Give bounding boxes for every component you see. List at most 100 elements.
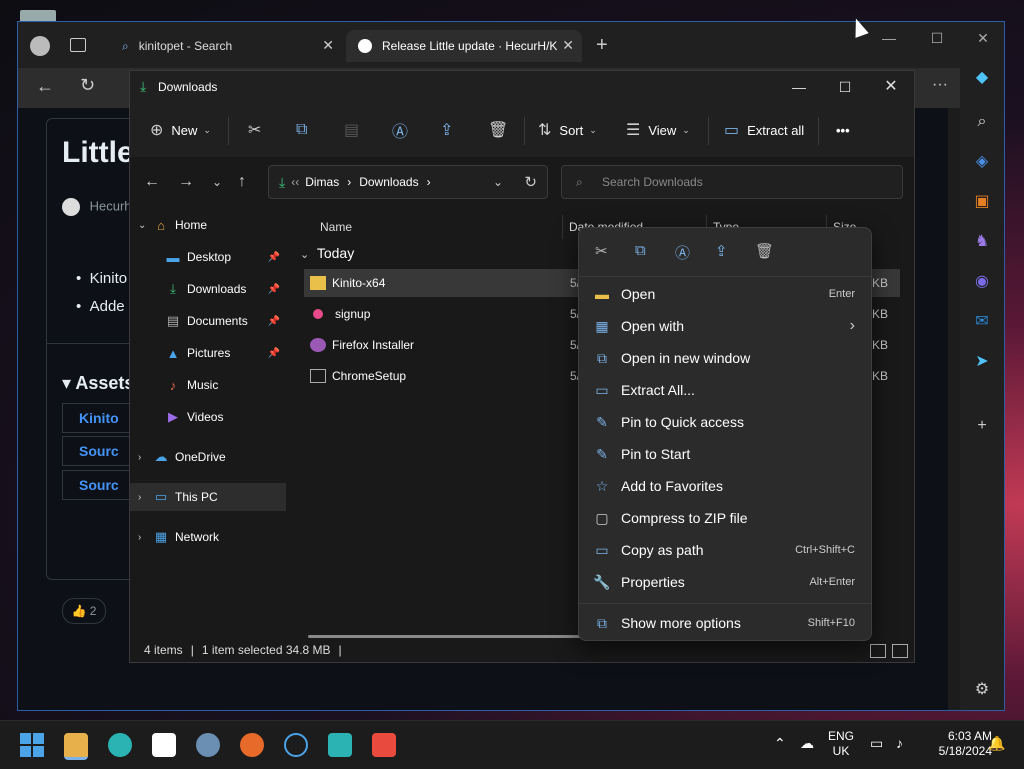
settings-icon[interactable]: ⚙ bbox=[972, 680, 992, 700]
forward-arrow-icon[interactable]: → bbox=[178, 173, 194, 191]
menu-open-with[interactable]: ▦ Open with › bbox=[583, 310, 867, 342]
nav-home[interactable]: ⌄ ⌂ Home bbox=[130, 211, 286, 239]
chevron-up-icon[interactable]: ⌃ bbox=[774, 735, 786, 752]
assets-heading[interactable]: ▾ Assets bbox=[62, 373, 134, 394]
back-arrow-icon[interactable]: ← bbox=[144, 173, 160, 191]
file-explorer-taskbar-icon[interactable] bbox=[64, 733, 88, 760]
menu-pin-quick-access[interactable]: ✎ Pin to Quick access bbox=[583, 406, 867, 438]
edge-maximize-button[interactable]: ☐ bbox=[914, 26, 960, 50]
network-icon[interactable]: ☁ bbox=[800, 735, 814, 752]
back-arrow-icon[interactable]: ← bbox=[36, 76, 54, 97]
settings-taskbar-icon[interactable] bbox=[196, 733, 220, 757]
menu-compress-zip[interactable]: ▢ Compress to ZIP file bbox=[583, 502, 867, 534]
menu-open[interactable]: ▬ Open Enter bbox=[583, 278, 867, 310]
menu-add-favorites[interactable]: ☆ Add to Favorites bbox=[583, 470, 867, 502]
add-icon[interactable]: + bbox=[972, 416, 992, 436]
copy-icon[interactable]: ⧉ bbox=[635, 242, 646, 259]
search-icon[interactable]: ⌕ bbox=[972, 112, 992, 132]
details-view-button[interactable] bbox=[870, 644, 886, 658]
edge-close-button[interactable]: ✕ bbox=[960, 26, 1006, 50]
cut-icon[interactable]: ✂ bbox=[595, 242, 608, 260]
menu-copy-as-path[interactable]: ▭ Copy as path Ctrl+Shift+C bbox=[583, 534, 867, 566]
nav-videos[interactable]: ▶ Videos bbox=[130, 403, 286, 431]
app-icon bbox=[313, 309, 323, 319]
volume-icon[interactable]: ♪ bbox=[896, 735, 903, 751]
nav-this-pc[interactable]: › ▭ This PC bbox=[130, 483, 286, 511]
refresh-icon[interactable]: ↻ bbox=[80, 75, 95, 96]
tab-github-release[interactable]: Release Little update · HecurH/K ✕ bbox=[346, 30, 582, 62]
rename-icon[interactable]: Ⓐ bbox=[675, 242, 690, 263]
menu-open-new-window[interactable]: ⧉ Open in new window bbox=[583, 342, 867, 374]
send-icon[interactable]: ➤ bbox=[972, 352, 992, 372]
close-tab-icon[interactable]: ✕ bbox=[562, 37, 574, 54]
tools-icon[interactable]: ▣ bbox=[972, 192, 992, 212]
tiles-view-button[interactable] bbox=[892, 644, 908, 658]
breadcrumb-downloads[interactable]: Downloads bbox=[359, 175, 418, 189]
start-button[interactable] bbox=[20, 733, 44, 757]
maximize-button[interactable]: ☐ bbox=[822, 75, 868, 99]
copilot-icon[interactable]: ◆ bbox=[972, 68, 992, 88]
breadcrumb-dimas[interactable]: Dimas bbox=[305, 175, 339, 189]
view-button[interactable]: ☰ View ⌄ bbox=[626, 117, 690, 143]
paste-button[interactable]: ▤ bbox=[344, 117, 359, 143]
display-icon[interactable]: ▭ bbox=[870, 735, 883, 752]
new-tab-button[interactable]: + bbox=[596, 34, 608, 57]
share-button[interactable]: ⇪ bbox=[440, 117, 453, 143]
nav-desktop[interactable]: ▬ Desktop 📌 bbox=[130, 243, 286, 271]
nav-network[interactable]: › ▦ Network bbox=[130, 523, 286, 551]
app-taskbar-icon[interactable] bbox=[284, 733, 308, 757]
group-header-today[interactable]: ⌄ Today bbox=[300, 245, 354, 261]
tab-search[interactable]: ⌕ kinitopet - Search ✕ bbox=[110, 30, 342, 62]
menu-pin-start[interactable]: ✎ Pin to Start bbox=[583, 438, 867, 470]
rename-button[interactable]: Ⓐ bbox=[392, 117, 408, 143]
nav-documents[interactable]: ▤ Documents 📌 bbox=[130, 307, 286, 335]
nav-downloads[interactable]: ⤓ Downloads 📌 bbox=[130, 275, 286, 303]
more-options-icon: ⧉ bbox=[597, 614, 607, 631]
new-button[interactable]: ⊕ New ⌄ bbox=[150, 117, 211, 143]
nav-onedrive[interactable]: › ☁ OneDrive bbox=[130, 443, 286, 471]
address-dropdown-icon[interactable]: ⌄ bbox=[493, 175, 503, 189]
app-taskbar-icon[interactable] bbox=[328, 733, 352, 757]
firefox-taskbar-icon[interactable] bbox=[240, 733, 264, 757]
shopping-icon[interactable]: ◈ bbox=[972, 152, 992, 172]
edge-minimize-button[interactable]: — bbox=[866, 26, 912, 50]
delete-icon[interactable]: 🗑 bbox=[755, 242, 774, 260]
nav-music[interactable]: ♪ Music bbox=[130, 371, 286, 399]
outlook-icon[interactable]: ✉ bbox=[972, 312, 992, 332]
cut-button[interactable]: ✂ bbox=[248, 117, 261, 143]
store-taskbar-icon[interactable] bbox=[152, 733, 176, 757]
microsoft-365-icon[interactable]: ◉ bbox=[972, 272, 992, 292]
pin-icon: ✎ bbox=[596, 413, 608, 430]
search-box[interactable]: ⌕ Search Downloads bbox=[561, 165, 903, 199]
thumbs-up-reaction[interactable]: 👍 2 bbox=[62, 598, 106, 624]
tab-label: kinitopet - Search bbox=[138, 39, 233, 53]
close-tab-icon[interactable]: ✕ bbox=[322, 37, 334, 54]
up-arrow-icon[interactable]: ↑ bbox=[238, 173, 246, 191]
tab-actions-icon[interactable] bbox=[70, 38, 86, 52]
language-indicator[interactable]: ENG UK bbox=[826, 729, 856, 759]
menu-properties[interactable]: 🔧 Properties Alt+Enter bbox=[583, 566, 867, 598]
edge-taskbar-icon[interactable] bbox=[108, 733, 132, 757]
see-more-button[interactable]: ••• bbox=[836, 117, 850, 143]
more-menu-button[interactable]: ··· bbox=[932, 76, 948, 94]
refresh-icon[interactable]: ↻ bbox=[524, 173, 537, 191]
close-button[interactable]: ✕ bbox=[868, 75, 914, 99]
games-icon[interactable]: ♞ bbox=[972, 232, 992, 252]
recent-chevron-icon[interactable]: ⌄ bbox=[212, 175, 222, 189]
menu-extract-all[interactable]: ▭ Extract All... bbox=[583, 374, 867, 406]
clock[interactable]: 6:03 AM 5/18/2024 bbox=[924, 729, 992, 759]
sort-button[interactable]: ⇅ Sort ⌄ bbox=[538, 117, 597, 143]
share-icon[interactable]: ⇪ bbox=[715, 242, 728, 260]
notification-icon[interactable]: 🔔 bbox=[988, 735, 1005, 752]
nav-pictures[interactable]: ▲ Pictures 📌 bbox=[130, 339, 286, 367]
delete-button[interactable]: 🗑 bbox=[488, 117, 508, 143]
address-bar[interactable]: ⤓ ‹‹ Dimas › Downloads › ⌄ ↻ bbox=[268, 165, 548, 199]
profile-avatar-icon[interactable] bbox=[30, 36, 50, 56]
extract-all-button[interactable]: ▭ Extract all bbox=[724, 117, 804, 143]
column-header-name[interactable]: Name bbox=[314, 215, 562, 239]
release-author[interactable]: Hecurh bbox=[62, 198, 132, 216]
menu-show-more-options[interactable]: ⧉ Show more options Shift+F10 bbox=[583, 607, 867, 639]
app-taskbar-icon[interactable] bbox=[372, 733, 396, 757]
copy-button[interactable]: ⧉ bbox=[296, 117, 307, 143]
minimize-button[interactable]: — bbox=[776, 75, 822, 99]
